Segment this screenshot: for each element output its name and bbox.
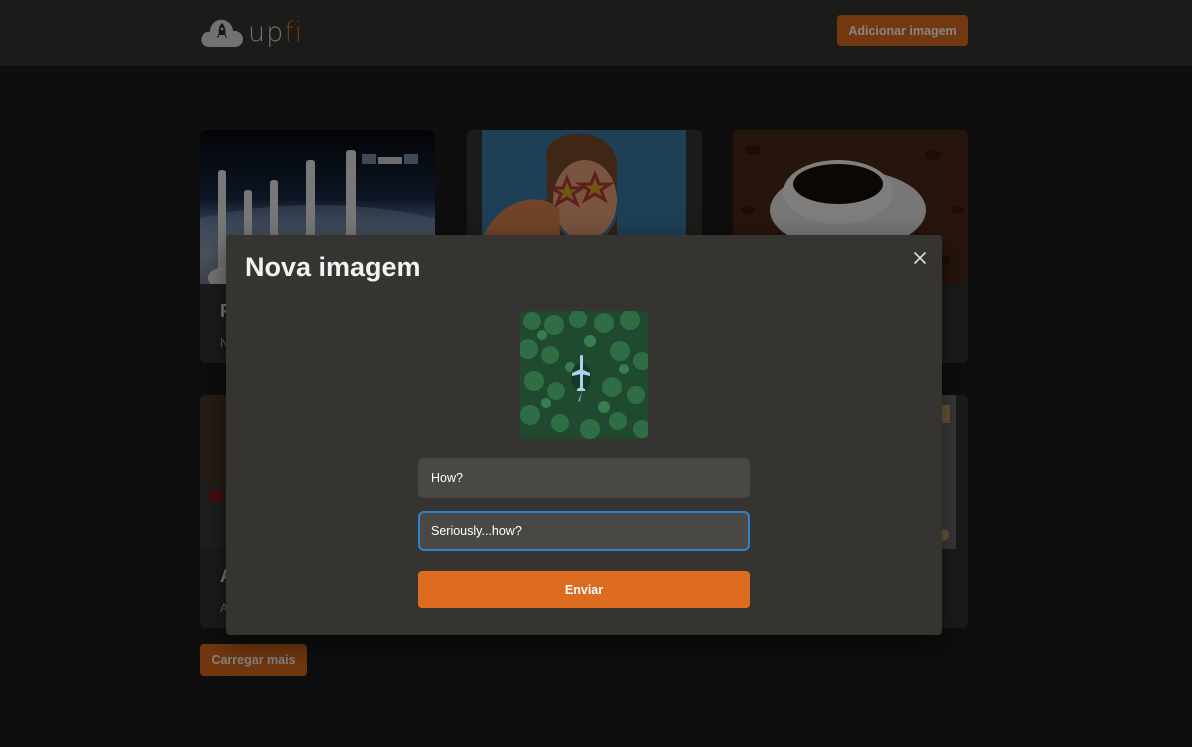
image-preview[interactable] (520, 311, 648, 439)
close-button[interactable] (907, 245, 933, 271)
description-input[interactable] (418, 511, 750, 551)
new-image-modal: Nova imagem How? Seriously...how? Enviar (226, 235, 942, 635)
submit-button[interactable]: Enviar (418, 571, 750, 608)
modal-title: Nova imagem (245, 252, 421, 282)
close-icon (914, 252, 926, 264)
title-input[interactable] (418, 458, 750, 498)
